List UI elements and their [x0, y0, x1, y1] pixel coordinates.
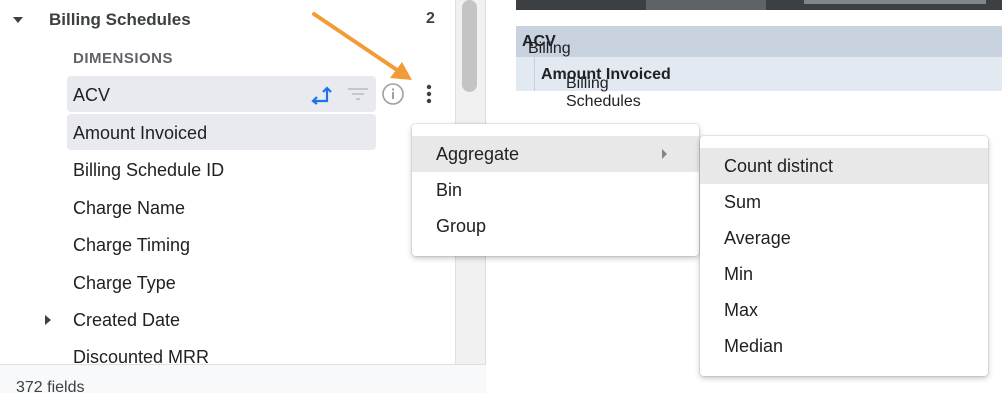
- menu-item-label: Count distinct: [724, 156, 834, 176]
- field-charge-timing[interactable]: Charge Timing: [67, 226, 447, 262]
- field-label: Charge Timing: [73, 235, 191, 255]
- menu-item-sum[interactable]: Sum: [700, 184, 988, 220]
- field-created-date[interactable]: Created Date: [67, 301, 447, 337]
- field-label: Amount Invoiced: [73, 123, 208, 143]
- aggregate-submenu: Count distinct Sum Average Min Max Media…: [700, 136, 988, 376]
- more-vert-icon[interactable]: [419, 82, 439, 106]
- menu-item-median[interactable]: Median: [700, 328, 988, 364]
- menu-item-label: Aggregate: [436, 144, 520, 164]
- column-header-acv[interactable]: Billing Schedules ACV: [516, 26, 1002, 75]
- submenu-arrow-icon: [662, 149, 667, 159]
- column-divider: [534, 57, 535, 91]
- caret-right-icon[interactable]: [45, 315, 51, 325]
- field-billing-schedule-id[interactable]: Billing Schedule ID: [67, 151, 447, 187]
- column-header-amount-invoiced[interactable]: Billing Schedules Amount Invoiced: [516, 57, 1002, 110]
- filter-icon[interactable]: [346, 83, 370, 105]
- column-header-text: Billing Schedules ACV: [522, 33, 603, 75]
- column-view-name: Billing Schedules: [566, 75, 641, 110]
- caret-down-icon[interactable]: [13, 17, 23, 23]
- pivot-icon[interactable]: [310, 83, 334, 105]
- field-label: Charge Type: [73, 273, 176, 293]
- field-charge-type[interactable]: Charge Type: [67, 264, 447, 300]
- menu-item-label: Average: [724, 228, 791, 248]
- menu-item-count-distinct[interactable]: Count distinct: [700, 148, 988, 184]
- selected-count-badge: 2: [426, 10, 435, 27]
- menu-item-label: Median: [724, 336, 784, 356]
- menu-item-max[interactable]: Max: [700, 292, 988, 328]
- field-label: ACV: [73, 85, 111, 105]
- menu-item-group[interactable]: Group: [412, 208, 699, 244]
- menu-item-aggregate[interactable]: Aggregate: [412, 136, 699, 172]
- field-label: Billing Schedule ID: [73, 160, 225, 180]
- picker-footer: 372 fields: [0, 364, 486, 396]
- view-group-title: Billing Schedules: [49, 10, 191, 29]
- field-count-text: 372 fields: [16, 379, 85, 396]
- dimensions-section-label: DIMENSIONS: [73, 50, 174, 67]
- field-label: Charge Name: [73, 198, 186, 218]
- menu-item-label: Min: [724, 264, 754, 284]
- results-tab[interactable]: [804, 0, 986, 4]
- menu-item-bin[interactable]: Bin: [412, 172, 699, 208]
- results-tab[interactable]: [646, 0, 766, 10]
- menu-item-label: Bin: [436, 180, 463, 200]
- scrollbar-thumb[interactable]: [462, 0, 477, 92]
- field-label: Created Date: [73, 310, 181, 330]
- menu-item-min[interactable]: Min: [700, 256, 988, 292]
- field-context-menu: Aggregate Bin Group: [412, 124, 699, 256]
- field-amount-invoiced[interactable]: Amount Invoiced: [67, 114, 376, 150]
- menu-item-label: Sum: [724, 192, 762, 212]
- annotation-arrow: [312, 12, 412, 80]
- menu-item-label: Group: [436, 216, 487, 236]
- field-charge-name[interactable]: Charge Name: [67, 189, 447, 225]
- column-header-text: Billing Schedules Amount Invoiced: [541, 66, 671, 110]
- menu-item-average[interactable]: Average: [700, 220, 988, 256]
- menu-item-label: Max: [724, 300, 759, 320]
